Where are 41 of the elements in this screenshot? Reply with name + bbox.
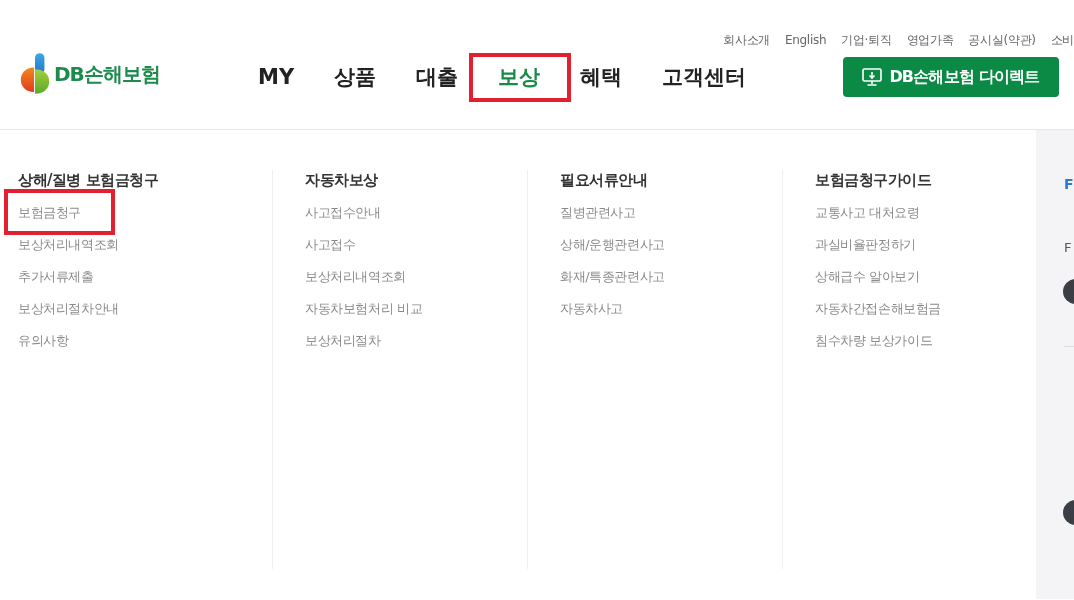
- utility-link[interactable]: 공시실(약관): [968, 32, 1036, 48]
- menu-link[interactable]: 사고접수: [305, 229, 356, 261]
- utility-link[interactable]: 기업·퇴직: [841, 32, 892, 48]
- nav-link[interactable]: 대출: [416, 62, 459, 92]
- menu-heading: 자동차보상: [305, 170, 379, 190]
- menu-link[interactable]: 사고접수안내: [305, 197, 381, 229]
- menu-link[interactable]: 교통사고 대처요령: [815, 197, 920, 229]
- menu-link[interactable]: 침수차량 보상가이드: [815, 325, 933, 357]
- menu-link[interactable]: 자동차보험처리 비교: [305, 293, 423, 325]
- menu-link[interactable]: 유의사항: [18, 325, 69, 357]
- utility-link[interactable]: 소비: [1050, 32, 1074, 48]
- menu-link[interactable]: 과실비율판정하기: [815, 229, 916, 261]
- menu-link[interactable]: 보상처리절차안내: [18, 293, 119, 325]
- direct-button[interactable]: DB손해보험 다이렉트: [843, 57, 1059, 97]
- menu-link[interactable]: 상해/운행관련사고: [560, 229, 665, 261]
- menu-heading: 상해/질병 보험금청구: [18, 170, 160, 190]
- nav-link[interactable]: 고객센터: [662, 62, 747, 92]
- utility-link[interactable]: 회사소개: [723, 32, 770, 48]
- logo-text: DB손해보험: [54, 60, 160, 88]
- menu-link[interactable]: 자동차사고: [560, 293, 623, 325]
- nav-link[interactable]: 보상: [498, 62, 541, 92]
- menu-link[interactable]: 자동차간접손해보험금: [815, 293, 941, 325]
- menu-link[interactable]: 보상처리내역조회: [18, 229, 119, 261]
- menu-link[interactable]: 질병관련사고: [560, 197, 636, 229]
- nav-link[interactable]: MY: [258, 62, 295, 92]
- menu-link[interactable]: 보상처리절차: [305, 325, 381, 357]
- nav-link[interactable]: 혜택: [580, 62, 623, 92]
- utility-link[interactable]: English: [784, 32, 827, 48]
- menu-link[interactable]: 화재/특종관련사고: [560, 261, 665, 293]
- menu-link[interactable]: 보상처리내역조회: [305, 261, 406, 293]
- logo-icon: [18, 53, 52, 95]
- side-title: F: [1064, 175, 1074, 193]
- menu-link[interactable]: 추가서류제출: [18, 261, 94, 293]
- monitor-icon: [862, 68, 883, 86]
- menu-link[interactable]: 보험금청구: [18, 197, 81, 229]
- utility-link[interactable]: 영업가족: [906, 32, 954, 48]
- side-text: F: [1064, 239, 1072, 257]
- menu-heading: 보험금청구가이드: [815, 170, 933, 190]
- nav-link[interactable]: 상품: [334, 62, 377, 92]
- menu-link[interactable]: 상해급수 알아보기: [815, 261, 920, 293]
- menu-heading: 필요서류안내: [560, 170, 648, 190]
